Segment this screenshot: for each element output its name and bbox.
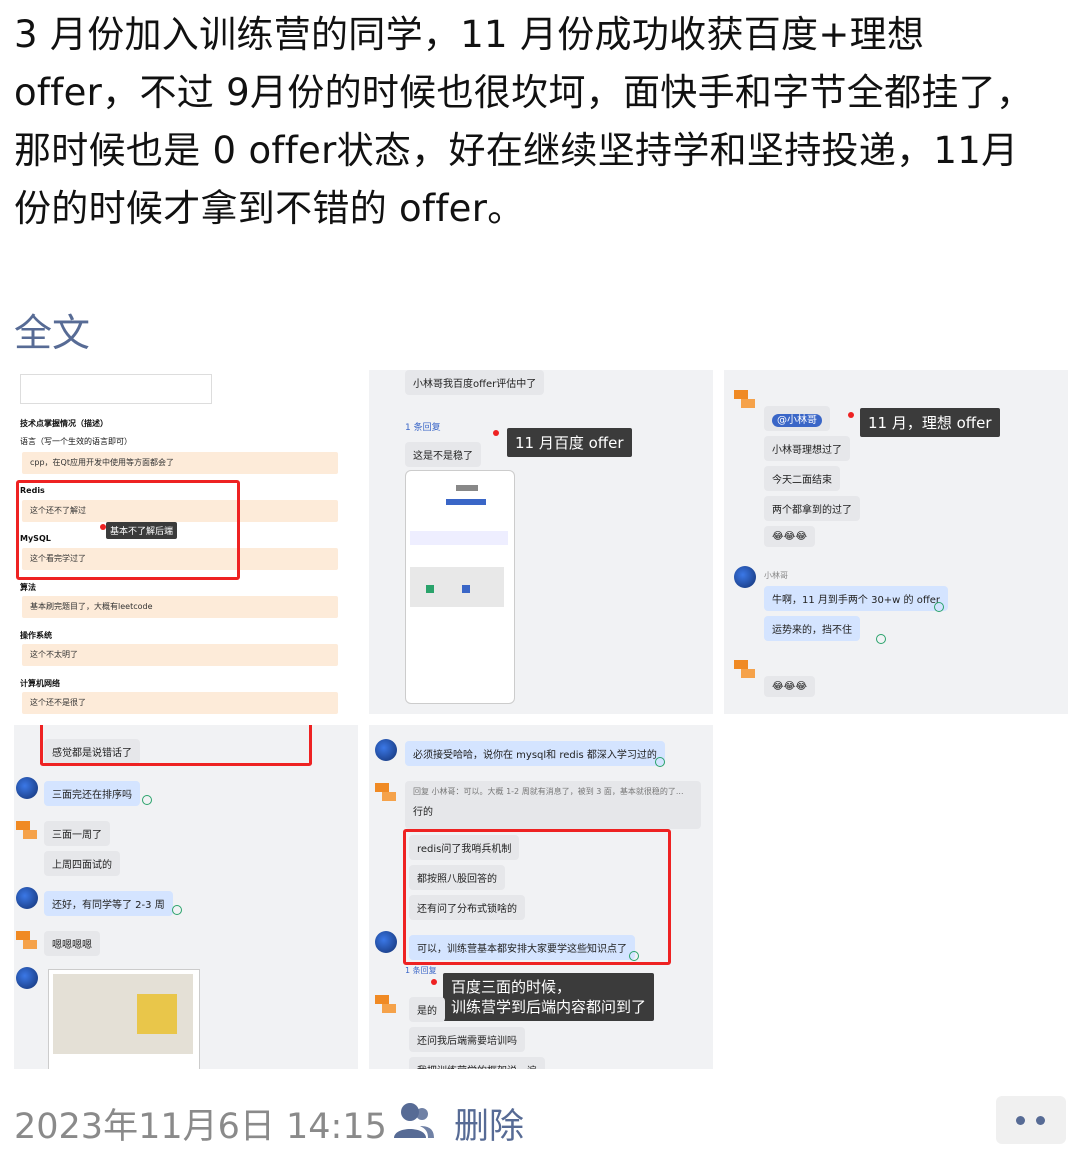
read-check-icon [142,795,152,805]
lang-item: cpp，在Qt应用开发中使用等方面都会了 [22,452,338,474]
avatar [375,931,397,953]
form-row [20,374,212,404]
read-check-icon [172,905,182,915]
avatar [16,967,38,989]
read-check-icon [629,951,639,961]
avatar [16,777,38,799]
image-thumbnail-3[interactable]: @小林哥 11 月，理想 offer 小林哥理想过了 今天二面结束 两个都拿到的… [724,370,1068,714]
chat-message: 是的 [409,997,445,1022]
full-text-link[interactable]: 全文 [14,302,90,357]
avatar [16,887,38,909]
algo-item: 基本刷完题目了，大概有leetcode [22,596,338,618]
net-label: 计算机网络 [20,679,60,688]
chat-message: 😂😂😂 [764,676,816,697]
chat-message: 还问我后端需要培训吗 [409,1027,525,1052]
chat-message: 今天二面结束 [764,466,840,491]
chat-message: 两个都拿到的过了 [764,496,860,521]
chat-message: 上周四面试的 [44,851,120,876]
chat-message: 回复 小林哥：可以。大概 1-2 周就有消息了，被到 3 面，基本就很稳的了..… [405,781,701,829]
reply-tag[interactable]: 1 条回复 [405,420,441,433]
read-check-icon [876,634,886,644]
image-thumbnail-1[interactable]: 技术点掌握情况（描述） 语言（写一个生效的语言即可） cpp，在Qt应用开发中使… [14,370,358,714]
chat-message: 可以，训练营基本都安排大家要学这些知识点了 [409,935,635,960]
chat-message: 都按照八股回答的 [409,865,505,890]
avatar [375,781,397,803]
post-text: 3 月份加入训练营的同学，11 月份成功收获百度+理想 offer，不过 9月份… [14,13,1034,230]
chat-message: 这是不是稳了 [405,442,481,467]
tooltip-dot [493,430,499,436]
post-date: 2023年11月6日 14:15 [14,1107,387,1147]
tooltip: 11 月，理想 offer [860,408,1000,437]
chat-message: 牛啊，11 月到手两个 30+w 的 offer [764,586,948,611]
chat-message: @小林哥 [764,406,830,431]
chat-message: 必须接受哈哈，说你在 mysql和 redis 都深入学习过的 [405,741,665,766]
mention: @小林哥 [772,414,822,427]
avatar [734,566,756,588]
reply-tag[interactable]: 1 条回复 [405,965,437,976]
avatar [16,929,38,951]
more-dot-icon [1016,1116,1025,1125]
chat-message: 我把训练营学的框架说一遍 [409,1057,545,1069]
chat-message: 三面完还在排序吗 [44,781,140,806]
tooltip: 百度三面的时候， 训练营学到后端内容都问到了 [443,973,655,1021]
algo-label: 算法 [20,583,36,592]
tooltip-dot [848,412,854,418]
chat-message: 三面一周了 [44,821,110,846]
chat-message: 嗯嗯嗯嗯 [44,931,100,956]
highlight-box [40,725,312,766]
lang-label: 语言（写一个生效的语言即可） [20,437,132,446]
chat-message: 小林哥我百度offer评估中了 [405,370,545,395]
chat-message: 还有问了分布式锁啥的 [409,895,525,920]
sender-name: 小林哥 [764,571,788,580]
image-thumbnail-4[interactable]: 感觉都是说错话了 三面完还在排序吗 三面一周了 上周四面试的 还好，有同学等了 … [14,725,358,1069]
phone-screenshot [405,470,515,704]
avatar [734,388,756,410]
visibility-person-icon[interactable] [392,1100,436,1140]
delete-link[interactable]: 删除 [454,1098,524,1149]
read-check-icon [934,602,944,612]
more-dot-icon [1036,1116,1045,1125]
post-footer: 2023年11月6日 14:15 删除 [14,1094,1074,1147]
quote-text: 回复 小林哥：可以。大概 1-2 周就有消息了，被到 3 面，基本就很稳的了..… [413,787,684,796]
message-text: 行的 [413,807,433,818]
image-thumbnail-2[interactable]: 小林哥我百度offer评估中了 1 条回复 这是不是稳了 11 月百度 offe… [369,370,713,714]
image-preview [48,969,200,1069]
chat-message: 😂😂😂 [764,526,816,547]
net-item: 这个还不是很了 [22,692,338,714]
chat-message: redis问了我哨兵机制 [409,835,520,860]
avatar [375,739,397,761]
more-options-button[interactable] [996,1096,1066,1144]
avatar [375,993,397,1015]
read-check-icon [655,757,665,767]
avatar [734,658,756,680]
section-title: 技术点掌握情况（描述） [20,419,108,428]
chat-message: 运势来的，挡不住 [764,616,860,641]
tooltip: 11 月百度 offer [507,428,632,457]
chat-message: 小林哥理想过了 [764,436,850,461]
chat-message: 还好，有同学等了 2-3 周 [44,891,173,916]
os-item: 这个不太明了 [22,644,338,666]
tooltip-dot [431,979,437,985]
os-label: 操作系统 [20,631,52,640]
tooltip: 基本不了解后端 [106,522,178,539]
avatar [16,819,38,841]
image-thumbnail-5[interactable]: 必须接受哈哈，说你在 mysql和 redis 都深入学习过的 回复 小林哥：可… [369,725,713,1069]
